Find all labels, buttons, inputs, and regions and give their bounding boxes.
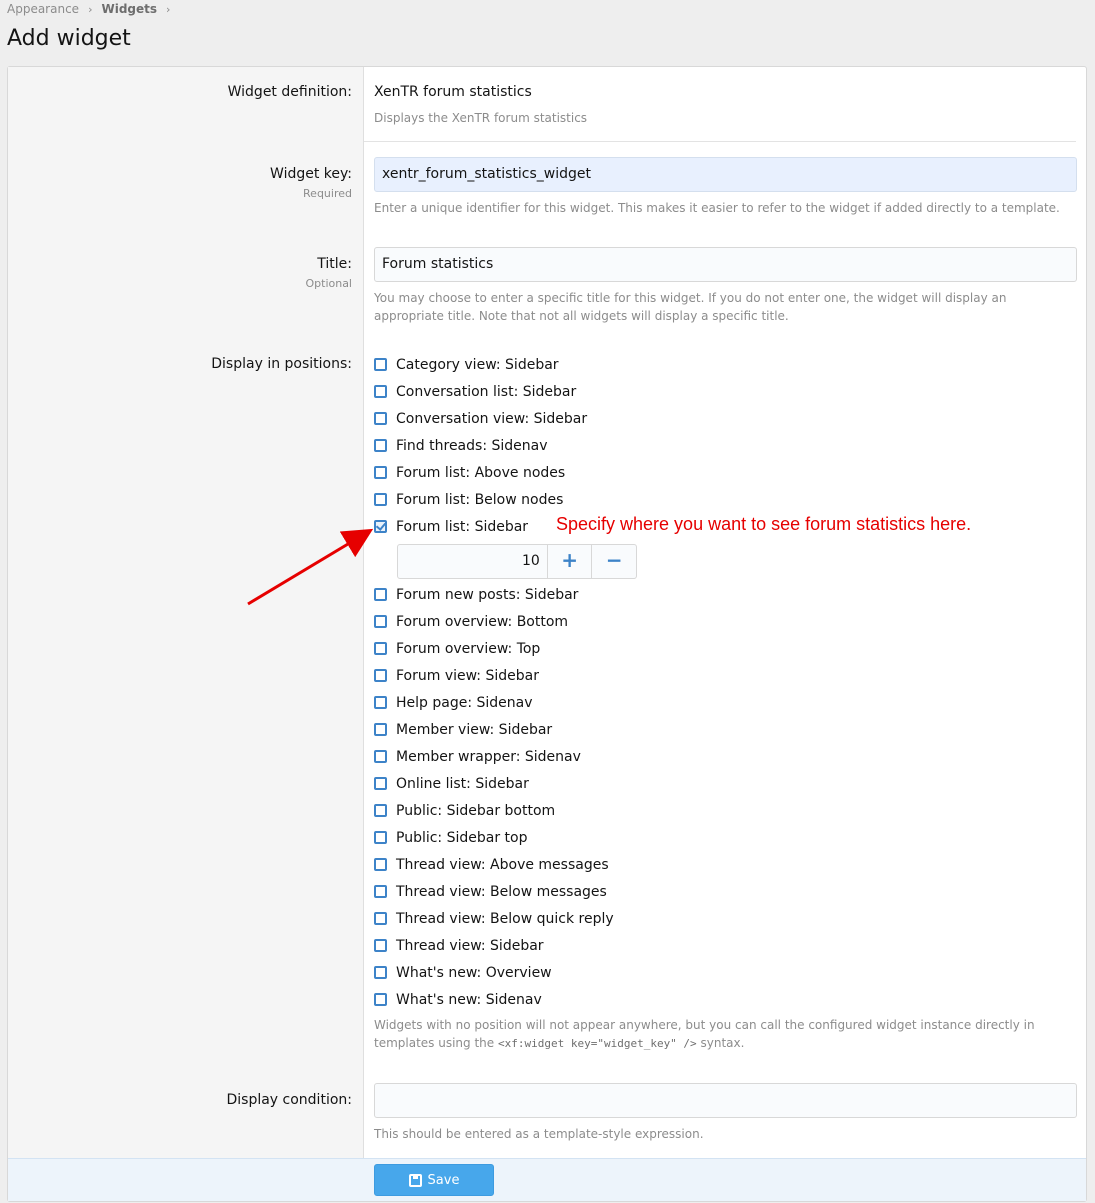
save-button[interactable]: Save: [374, 1164, 494, 1196]
position-option[interactable]: Thread view: Below quick reply: [374, 905, 614, 932]
position-option-label: What's new: Overview: [396, 964, 552, 981]
positions-explain-suffix: syntax.: [700, 1036, 745, 1050]
position-option-label: Thread view: Below quick reply: [396, 910, 614, 927]
position-option[interactable]: Thread view: Above messages: [374, 851, 609, 878]
checkbox[interactable]: [374, 939, 387, 952]
save-button-label: Save: [427, 1172, 460, 1188]
position-option-label: Help page: Sidenav: [396, 694, 533, 711]
position-option[interactable]: Thread view: Sidebar: [374, 932, 544, 959]
chevron-right-icon: ›: [88, 2, 93, 16]
position-option-label: Forum view: Sidebar: [396, 667, 539, 684]
checkbox[interactable]: [374, 804, 387, 817]
position-option-label: Public: Sidebar bottom: [396, 802, 556, 819]
checkbox[interactable]: [374, 777, 387, 790]
position-option[interactable]: Public: Sidebar top: [374, 824, 528, 851]
checkbox[interactable]: [374, 723, 387, 736]
position-option[interactable]: Help page: Sidenav: [374, 689, 533, 716]
position-option-label: Online list: Sidebar: [396, 775, 529, 792]
position-option-label: Member wrapper: Sidenav: [396, 748, 581, 765]
position-option[interactable]: Thread view: Below messages: [374, 878, 607, 905]
checkbox[interactable]: [374, 831, 387, 844]
checkbox[interactable]: [374, 696, 387, 709]
checkbox[interactable]: [374, 750, 387, 763]
positions-explain: Widgets with no position will not appear…: [374, 1016, 1078, 1053]
page-title: Add widget: [7, 26, 131, 51]
position-option-label: Thread view: Above messages: [396, 856, 609, 873]
save-icon: [408, 1173, 422, 1187]
position-option[interactable]: Online list: Sidebar: [374, 770, 529, 797]
annotation-arrow-icon: [247, 528, 374, 606]
position-option-label: Thread view: Below messages: [396, 883, 607, 900]
widget-form: Widget definition: XenTR forum statistic…: [7, 66, 1087, 1202]
position-option-label: Member view: Sidebar: [396, 721, 553, 738]
position-option-label: Thread view: Sidebar: [396, 937, 544, 954]
form-footer: Save: [8, 1158, 1086, 1201]
breadcrumb-appearance[interactable]: Appearance: [7, 2, 79, 16]
breadcrumb: Appearance › Widgets ›: [7, 0, 179, 18]
position-option[interactable]: Member wrapper: Sidenav: [374, 743, 581, 770]
positions-explain-code: <xf:widget key="widget_key" />: [498, 1037, 697, 1050]
checkbox[interactable]: [374, 885, 387, 898]
checkbox[interactable]: [374, 966, 387, 979]
display-condition-label: Display condition:: [226, 1092, 352, 1108]
position-option[interactable]: Public: Sidebar bottom: [374, 797, 555, 824]
position-option[interactable]: Member view: Sidebar: [374, 716, 552, 743]
position-option[interactable]: What's new: Overview: [374, 959, 552, 986]
display-condition-input[interactable]: [374, 1083, 1077, 1118]
position-option-label: What's new: Sidenav: [396, 991, 542, 1008]
checkbox[interactable]: [374, 669, 387, 682]
checkbox[interactable]: [374, 858, 387, 871]
breadcrumb-widgets[interactable]: Widgets: [101, 2, 157, 16]
position-option-label: Public: Sidebar top: [396, 829, 528, 846]
checkbox[interactable]: [374, 912, 387, 925]
position-option[interactable]: What's new: Sidenav: [374, 986, 542, 1013]
display-condition-explain: This should be entered as a template-sty…: [374, 1127, 704, 1141]
chevron-right-icon: ›: [166, 2, 171, 16]
checkbox[interactable]: [374, 993, 387, 1006]
